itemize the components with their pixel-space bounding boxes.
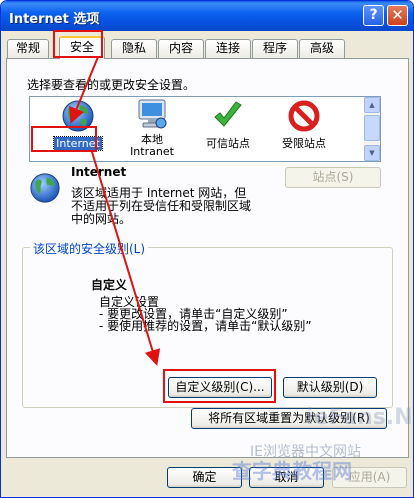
zone-local-intranet-label: 本地 [141, 133, 163, 146]
zone-prompt: 选择要查看的或更改安全设置。 [27, 78, 196, 92]
scroll-up-arrow-icon[interactable]: ▲ [364, 97, 380, 113]
tab-security[interactable]: 安全 [59, 36, 105, 59]
selected-zone-name: Internet [71, 165, 127, 179]
zone-internet[interactable]: Internet [38, 97, 118, 161]
security-level-name: 自定义 [91, 278, 128, 292]
tab-general[interactable]: 常规 [7, 39, 49, 58]
zone-trusted-sites[interactable]: 可信站点 [188, 97, 268, 161]
security-level-line3: - 要使用推荐的设置，请单击“默认级别” [99, 319, 312, 333]
zone-list-scrollbar[interactable]: ▲ ▼ [364, 97, 380, 161]
help-button[interactable]: ? [363, 5, 384, 26]
close-button[interactable]: ✕ [387, 5, 408, 26]
selected-zone-desc-line3: 中的网站。 [71, 212, 132, 226]
globe-icon [62, 100, 94, 132]
window-title: Internet 选项 [9, 12, 100, 27]
watermark-line3: 查字典教程网 [232, 459, 352, 483]
tab-connections[interactable]: 连接 [205, 39, 251, 58]
zone-trusted-sites-label: 可信站点 [206, 137, 250, 150]
checkmark-icon [214, 101, 242, 127]
sites-button[interactable]: 站点(S) [285, 167, 381, 188]
scroll-down-arrow-icon[interactable]: ▼ [364, 145, 380, 161]
zone-list: Internet 本地 Intranet 可信站点 受限站点 ▲ ▼ [29, 96, 381, 162]
selected-zone-globe-icon [30, 173, 60, 203]
tab-content[interactable]: 内容 [158, 39, 204, 58]
zone-local-intranet-label2: Intranet [130, 145, 174, 158]
computer-network-icon [138, 99, 167, 129]
tab-programs[interactable]: 程序 [252, 39, 298, 58]
scroll-thumb[interactable] [364, 115, 380, 141]
no-entry-icon [288, 100, 320, 132]
title-bar[interactable]: Internet 选项 ? ✕ [1, 1, 413, 31]
custom-level-button[interactable]: 自定义级别(C)... [168, 377, 272, 398]
tab-advanced[interactable]: 高级 [299, 39, 345, 58]
watermark-line1: ieFans.Net [306, 405, 414, 430]
zone-internet-label: Internet [53, 136, 103, 151]
security-level-group-title: 该区域的安全级别(L) [30, 240, 149, 257]
zone-restricted-sites-label: 受限站点 [282, 137, 326, 150]
zone-local-intranet[interactable]: 本地 Intranet [112, 97, 192, 161]
ok-button[interactable]: 确定 [167, 467, 242, 488]
tab-privacy[interactable]: 隐私 [111, 39, 157, 58]
default-level-button[interactable]: 默认级别(D) [283, 377, 377, 398]
zone-restricted-sites[interactable]: 受限站点 [264, 97, 344, 161]
